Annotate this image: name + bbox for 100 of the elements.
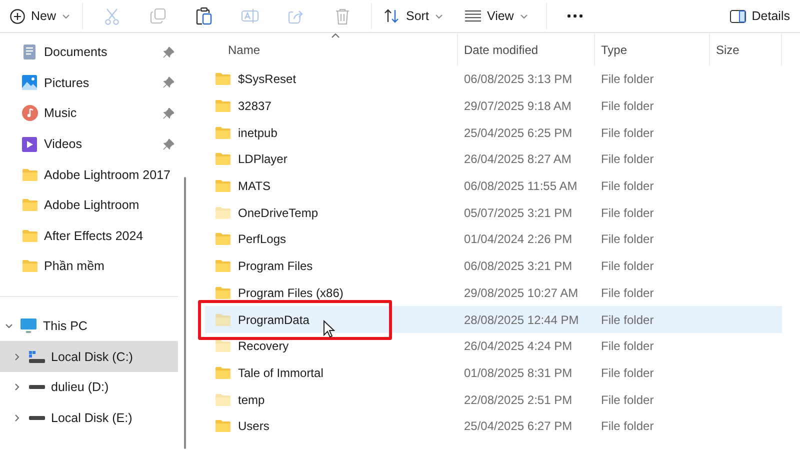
- column-header[interactable]: Size: [710, 33, 782, 66]
- file-row[interactable]: Users 25/04/2025 6:27 PM File folder: [205, 412, 782, 440]
- sort-button[interactable]: Sort: [378, 2, 449, 30]
- chevron-right-icon[interactable]: [13, 414, 21, 422]
- type-cell-text: File folder: [600, 72, 655, 86]
- sidebar-item[interactable]: After Effects 2024: [0, 220, 178, 252]
- folder-icon: [22, 228, 38, 243]
- file-name: Program Files (x86): [238, 286, 344, 300]
- type-cell-text: File folder: [600, 392, 655, 407]
- sort-up-icon: [331, 33, 340, 38]
- folder-icon: [215, 259, 231, 274]
- date-cell-text: 29/08/2025 10:27 AM: [463, 286, 580, 300]
- details-button[interactable]: Details: [724, 2, 796, 30]
- music-icon: [22, 105, 38, 122]
- drive-icon: [28, 414, 44, 421]
- file-row[interactable]: OneDriveTemp 05/07/2025 3:21 PM File folder: [205, 199, 782, 226]
- file-row[interactable]: $SysReset 06/08/2025 3:13 PM File folder: [205, 66, 782, 93]
- sidebar-item[interactable]: Pictures: [0, 68, 178, 98]
- pin-icon: [163, 138, 174, 150]
- clipboard-icon: [196, 7, 212, 25]
- pin-icon: [163, 77, 174, 88]
- date-cell-text: 06/08/2025 3:13 PM: [463, 72, 574, 86]
- folder-icon: [22, 168, 38, 182]
- type-cell-text: File folder: [600, 312, 655, 327]
- folder-icon: [215, 366, 231, 380]
- date-cell-text: 01/04/2024 2:26 PM: [463, 232, 574, 246]
- column-header[interactable]: Type: [595, 33, 710, 66]
- file-row[interactable]: MATS 06/08/2025 11:55 AM File folder: [205, 172, 782, 200]
- sidebar-item[interactable]: Videos: [0, 128, 178, 160]
- file-row[interactable]: PerfLogs 01/04/2024 2:26 PM File folder: [205, 226, 782, 253]
- type-cell-text: File folder: [600, 419, 655, 434]
- share-icon: [288, 8, 305, 24]
- date-cell-text: 26/04/2025 4:24 PM: [463, 339, 574, 354]
- type-cell-text: File folder: [600, 286, 655, 300]
- folder-icon: [215, 232, 231, 246]
- sidebar-item[interactable]: Adobe Lightroom: [0, 190, 178, 221]
- drive-icon: [28, 384, 44, 390]
- date-cell-text: 01/08/2025 8:31 PM: [463, 366, 574, 380]
- copy-icon: [150, 8, 166, 24]
- sort-icon: [384, 9, 400, 23]
- folder-icon: [215, 179, 231, 194]
- date-cell-text: 29/07/2025 9:18 AM: [463, 99, 572, 114]
- chevron-right-icon[interactable]: [13, 352, 21, 361]
- file-row[interactable]: Tale of Immortal 01/08/2025 8:31 PM File folder: [205, 360, 782, 386]
- caret-icon: [434, 14, 443, 18]
- sidebar-item[interactable]: Local Disk (C:): [0, 341, 178, 372]
- folder-icon: [215, 72, 231, 86]
- file-name: OneDriveTemp: [238, 206, 318, 220]
- file-row[interactable]: Recovery 26/04/2025 4:24 PM File folder: [205, 332, 782, 360]
- sidebar-item[interactable]: Local Disk (E:): [0, 402, 178, 434]
- file-name: Users: [238, 419, 270, 434]
- pin-icon: [163, 108, 174, 119]
- file-row[interactable]: Program Files (x86) 29/08/2025 10:27 AM File folder: [205, 280, 782, 306]
- type-cell-text: File folder: [600, 99, 655, 114]
- picture-icon: [22, 75, 37, 90]
- folder-icon: [215, 99, 231, 114]
- type-cell-text: File folder: [600, 366, 655, 380]
- file-name: LDPlayer: [238, 152, 288, 166]
- file-row[interactable]: LDPlayer 26/04/2025 8:27 AM File folder: [205, 146, 782, 173]
- file-row[interactable]: 32837 29/07/2025 9:18 AM File folder: [205, 92, 782, 120]
- date-cell-text: 26/04/2025 8:27 AM: [463, 152, 572, 166]
- sidebar-item[interactable]: dulieu (D:): [0, 372, 178, 403]
- document-icon: [23, 44, 36, 60]
- details-pane-icon: [730, 10, 746, 22]
- file-row[interactable]: ProgramData 28/08/2025 12:44 PM File folder: [205, 306, 782, 333]
- chevron-right-icon[interactable]: [13, 383, 21, 392]
- file-name: PerfLogs: [238, 232, 286, 246]
- sidebar-item[interactable]: Documents: [0, 37, 178, 68]
- chevron-down-icon[interactable]: [5, 322, 13, 330]
- pin-icon: [163, 46, 174, 58]
- sidebar-item[interactable]: Phần mềm: [0, 251, 178, 282]
- file-name: ProgramData: [238, 312, 310, 327]
- type-cell-text: File folder: [600, 152, 655, 166]
- folder-icon: [215, 152, 231, 166]
- folder-icon: [215, 339, 231, 354]
- file-row[interactable]: temp 22/08/2025 2:51 PM File folder: [205, 386, 782, 413]
- column-header[interactable]: Name: [205, 33, 458, 66]
- type-cell-text: File folder: [600, 259, 655, 274]
- date-cell-text: 22/08/2025 2:51 PM: [463, 392, 574, 407]
- column-header[interactable]: Date modified: [458, 33, 595, 66]
- file-name: MATS: [238, 179, 270, 194]
- video-icon: [22, 136, 37, 152]
- new-button[interactable]: New: [4, 2, 76, 30]
- monitor-icon: [20, 318, 37, 334]
- view-button[interactable]: View: [458, 2, 534, 30]
- type-cell-text: File folder: [600, 126, 655, 140]
- folder-icon: [215, 312, 231, 327]
- date-cell-text: 25/04/2025 6:27 PM: [463, 419, 574, 434]
- file-row[interactable]: inetpub 25/04/2025 6:25 PM File folder: [205, 119, 782, 146]
- file-name: Program Files: [238, 259, 313, 274]
- sidebar-item[interactable]: Music: [0, 98, 178, 129]
- sidebar-item[interactable]: This PC: [0, 310, 178, 342]
- file-name: Tale of Immortal: [238, 366, 324, 380]
- caret-icon: [62, 14, 70, 18]
- scissors-icon: [104, 8, 120, 24]
- folder-icon: [215, 206, 231, 220]
- file-row[interactable]: Program Files 06/08/2025 3:21 PM File folder: [205, 252, 782, 280]
- folder-icon: [215, 286, 231, 300]
- sidebar-item[interactable]: Adobe Lightroom 2017: [0, 159, 178, 190]
- type-cell-text: File folder: [600, 179, 655, 194]
